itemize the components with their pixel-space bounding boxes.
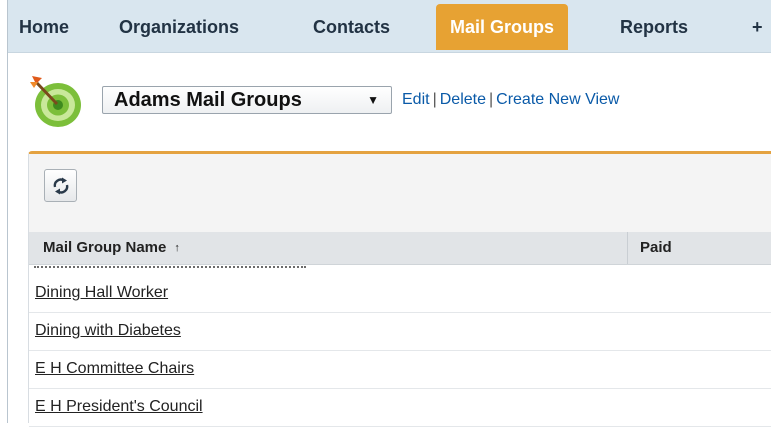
list-toolbar [29, 154, 771, 232]
column-header-label: Mail Group Name [43, 239, 167, 256]
view-links: Edit | Delete | Create New View [402, 89, 619, 111]
view-select-value: Adams Mail Groups [114, 89, 302, 111]
refresh-icon [53, 177, 69, 195]
tab-contacts[interactable]: Contacts [313, 14, 390, 41]
link-separator: | [488, 91, 494, 108]
column-header-paid[interactable]: Paid [627, 232, 672, 264]
tab-bar: Home Organizations Contacts Mail Groups … [8, 0, 771, 53]
table-row: E H Committee Chairs [29, 351, 771, 389]
table-row: E H President's Council [29, 389, 771, 427]
create-new-view-link[interactable]: Create New View [496, 91, 619, 108]
mail-group-link[interactable]: E H Committee Chairs [35, 358, 194, 380]
link-separator: | [432, 91, 437, 108]
refresh-button[interactable] [44, 169, 77, 202]
column-header-mail-group-name[interactable]: Mail Group Name ↑ [43, 232, 180, 264]
mail-group-link[interactable]: Dining Hall Worker [35, 282, 168, 304]
tab-organizations[interactable]: Organizations [119, 14, 239, 41]
delete-view-link[interactable]: Delete [440, 91, 486, 108]
sort-ascending-icon: ↑ [174, 242, 180, 254]
target-icon [30, 76, 81, 127]
tab-mail-groups[interactable]: Mail Groups [436, 4, 569, 50]
view-select[interactable]: Adams Mail Groups ▼ [102, 86, 392, 114]
tab-reports[interactable]: Reports [620, 14, 688, 41]
chevron-down-icon: ▼ [367, 93, 379, 107]
partial-row [34, 265, 306, 269]
table-row: Dining with Diabetes [29, 313, 771, 351]
list-header: Mail Group Name ↑ Paid [29, 232, 771, 265]
edit-view-link[interactable]: Edit [402, 91, 430, 108]
tab-more[interactable]: + [752, 14, 763, 41]
mail-group-link[interactable]: Dining with Diabetes [35, 320, 181, 342]
list-panel: Mail Group Name ↑ Paid Dining Hall Worker… [28, 151, 771, 427]
tab-home[interactable]: Home [19, 14, 69, 41]
mail-group-link[interactable]: E H President's Council [35, 396, 203, 418]
table-row: Dining Hall Worker [29, 275, 771, 313]
